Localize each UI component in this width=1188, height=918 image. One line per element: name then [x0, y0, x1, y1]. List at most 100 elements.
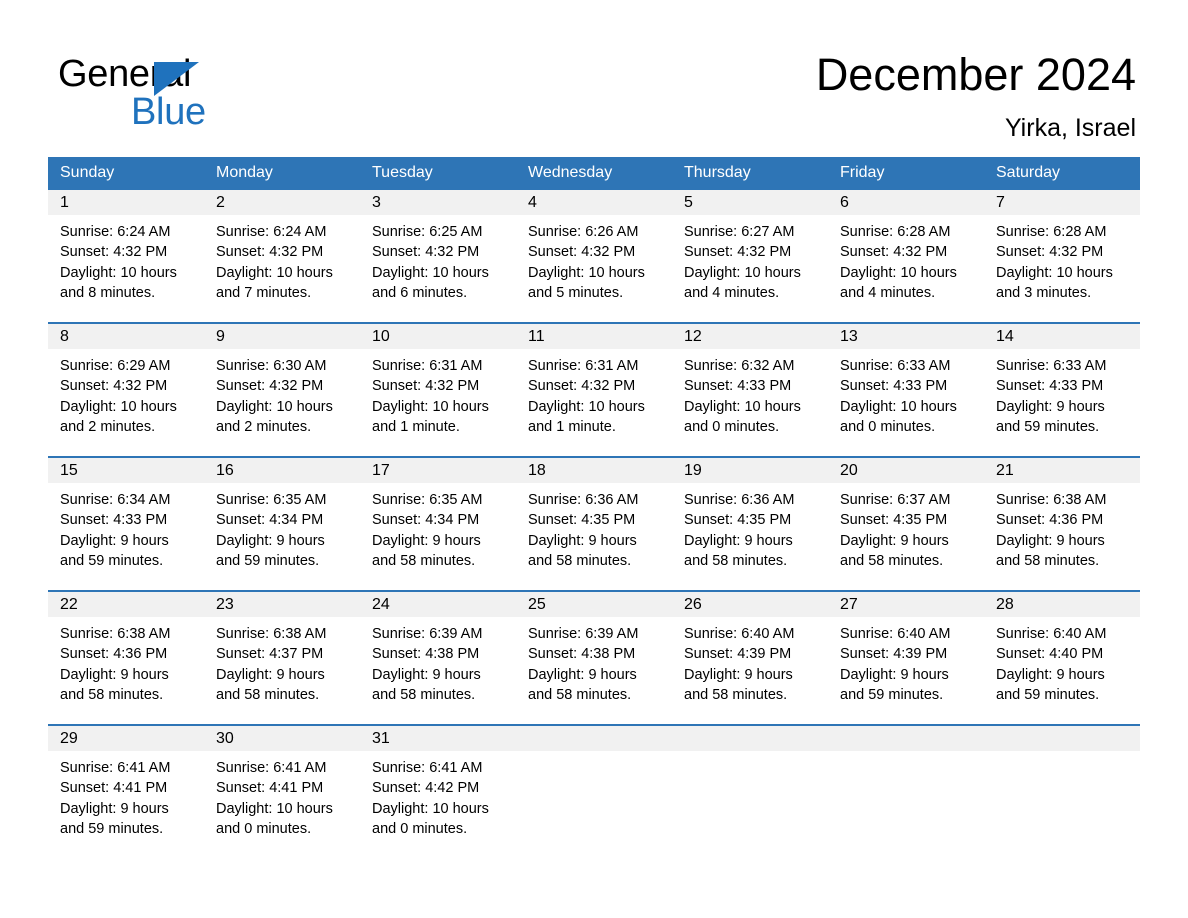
sunset-text: Sunset: 4:32 PM	[60, 378, 168, 395]
sunset-text: Sunset: 4:34 PM	[372, 512, 480, 529]
weekday-saturday: Saturday	[996, 164, 1061, 181]
day-cell[interactable]: 29 Sunrise: 6:41 AM Sunset: 4:41 PM Dayl…	[48, 726, 204, 858]
day-cell[interactable]: 5 Sunrise: 6:27 AM Sunset: 4:32 PM Dayli…	[672, 190, 828, 322]
generalblue-logo[interactable]: General Blue	[58, 52, 318, 134]
day-number: 20	[828, 458, 984, 483]
sunrise-text: Sunrise: 6:38 AM	[216, 626, 327, 642]
day-info: Sunrise: 6:25 AM Sunset: 4:32 PM Dayligh…	[360, 215, 516, 303]
day-info: Sunrise: 6:39 AM Sunset: 4:38 PM Dayligh…	[360, 617, 516, 705]
location-label: Yirka, Israel	[1004, 114, 1136, 142]
daylight-line1: Daylight: 10 hours	[996, 264, 1113, 281]
day-cell[interactable]: 26 Sunrise: 6:40 AM Sunset: 4:39 PM Dayl…	[672, 592, 828, 724]
sunrise-text: Sunrise: 6:41 AM	[372, 760, 483, 776]
sunrise-text: Sunrise: 6:40 AM	[684, 626, 795, 642]
sunset-text: Sunset: 4:35 PM	[528, 512, 636, 529]
sunset-text: Sunset: 4:38 PM	[528, 646, 636, 663]
sunset-text: Sunset: 4:32 PM	[528, 378, 636, 395]
day-info: Sunrise: 6:24 AM Sunset: 4:32 PM Dayligh…	[204, 215, 360, 303]
day-cell[interactable]: 16 Sunrise: 6:35 AM Sunset: 4:34 PM Dayl…	[204, 458, 360, 590]
sunset-text: Sunset: 4:39 PM	[840, 646, 948, 663]
day-cell[interactable]: 22 Sunrise: 6:38 AM Sunset: 4:36 PM Dayl…	[48, 592, 204, 724]
sunrise-text: Sunrise: 6:40 AM	[996, 626, 1107, 642]
day-cell[interactable]: 8 Sunrise: 6:29 AM Sunset: 4:32 PM Dayli…	[48, 324, 204, 456]
day-cell[interactable]: 17 Sunrise: 6:35 AM Sunset: 4:34 PM Dayl…	[360, 458, 516, 590]
daylight-line2: and 3 minutes.	[996, 284, 1092, 301]
day-number	[828, 726, 984, 751]
daylight-line2: and 59 minutes.	[996, 686, 1100, 703]
day-cell[interactable]: 24 Sunrise: 6:39 AM Sunset: 4:38 PM Dayl…	[360, 592, 516, 724]
logo-text-blue: Blue	[131, 91, 206, 133]
day-cell-empty	[828, 726, 984, 858]
week-row: 22 Sunrise: 6:38 AM Sunset: 4:36 PM Dayl…	[48, 590, 1140, 724]
day-cell[interactable]: 7 Sunrise: 6:28 AM Sunset: 4:32 PM Dayli…	[984, 190, 1140, 322]
sunset-text: Sunset: 4:36 PM	[60, 646, 168, 663]
day-number: 31	[360, 726, 516, 751]
sunrise-text: Sunrise: 6:39 AM	[528, 626, 639, 642]
title-block: December 2024 Yirka, Israel	[816, 48, 1136, 144]
day-cell[interactable]: 30 Sunrise: 6:41 AM Sunset: 4:41 PM Dayl…	[204, 726, 360, 858]
day-cell[interactable]: 23 Sunrise: 6:38 AM Sunset: 4:37 PM Dayl…	[204, 592, 360, 724]
day-cell[interactable]: 14 Sunrise: 6:33 AM Sunset: 4:33 PM Dayl…	[984, 324, 1140, 456]
day-cell[interactable]: 3 Sunrise: 6:25 AM Sunset: 4:32 PM Dayli…	[360, 190, 516, 322]
day-number: 1	[48, 190, 204, 215]
daylight-line2: and 58 minutes.	[372, 686, 476, 703]
daylight-line2: and 58 minutes.	[372, 552, 476, 569]
day-cell[interactable]: 9 Sunrise: 6:30 AM Sunset: 4:32 PM Dayli…	[204, 324, 360, 456]
day-cell[interactable]: 21 Sunrise: 6:38 AM Sunset: 4:36 PM Dayl…	[984, 458, 1140, 590]
sunset-text: Sunset: 4:34 PM	[216, 512, 324, 529]
sunset-text: Sunset: 4:37 PM	[216, 646, 324, 663]
day-cell[interactable]: 12 Sunrise: 6:32 AM Sunset: 4:33 PM Dayl…	[672, 324, 828, 456]
day-cell[interactable]: 11 Sunrise: 6:31 AM Sunset: 4:32 PM Dayl…	[516, 324, 672, 456]
day-cell[interactable]: 10 Sunrise: 6:31 AM Sunset: 4:32 PM Dayl…	[360, 324, 516, 456]
sunrise-text: Sunrise: 6:41 AM	[60, 760, 171, 776]
sunset-text: Sunset: 4:40 PM	[996, 646, 1104, 663]
day-number: 11	[516, 324, 672, 349]
sunrise-text: Sunrise: 6:36 AM	[684, 492, 795, 508]
day-info: Sunrise: 6:36 AM Sunset: 4:35 PM Dayligh…	[516, 483, 672, 571]
sunrise-text: Sunrise: 6:37 AM	[840, 492, 951, 508]
weekday-header-row: Sunday Monday Tuesday Wednesday Thursday…	[48, 157, 1140, 188]
daylight-line1: Daylight: 9 hours	[996, 398, 1105, 415]
sunset-text: Sunset: 4:35 PM	[684, 512, 792, 529]
day-number	[516, 726, 672, 751]
daylight-line2: and 58 minutes.	[840, 552, 944, 569]
day-info: Sunrise: 6:41 AM Sunset: 4:42 PM Dayligh…	[360, 751, 516, 839]
weekday-wednesday: Wednesday	[528, 164, 613, 181]
sunset-text: Sunset: 4:32 PM	[60, 244, 168, 261]
sunset-text: Sunset: 4:32 PM	[372, 378, 480, 395]
day-cell[interactable]: 2 Sunrise: 6:24 AM Sunset: 4:32 PM Dayli…	[204, 190, 360, 322]
day-cell[interactable]: 27 Sunrise: 6:40 AM Sunset: 4:39 PM Dayl…	[828, 592, 984, 724]
sunset-text: Sunset: 4:41 PM	[216, 780, 324, 797]
day-number: 30	[204, 726, 360, 751]
sunset-text: Sunset: 4:33 PM	[684, 378, 792, 395]
day-cell[interactable]: 31 Sunrise: 6:41 AM Sunset: 4:42 PM Dayl…	[360, 726, 516, 858]
day-cell[interactable]: 1 Sunrise: 6:24 AM Sunset: 4:32 PM Dayli…	[48, 190, 204, 322]
day-info: Sunrise: 6:30 AM Sunset: 4:32 PM Dayligh…	[204, 349, 360, 437]
day-info: Sunrise: 6:32 AM Sunset: 4:33 PM Dayligh…	[672, 349, 828, 437]
day-cell[interactable]: 6 Sunrise: 6:28 AM Sunset: 4:32 PM Dayli…	[828, 190, 984, 322]
day-cell[interactable]: 20 Sunrise: 6:37 AM Sunset: 4:35 PM Dayl…	[828, 458, 984, 590]
day-info: Sunrise: 6:34 AM Sunset: 4:33 PM Dayligh…	[48, 483, 204, 571]
day-cell[interactable]: 18 Sunrise: 6:36 AM Sunset: 4:35 PM Dayl…	[516, 458, 672, 590]
daylight-line1: Daylight: 9 hours	[216, 666, 325, 683]
day-info: Sunrise: 6:24 AM Sunset: 4:32 PM Dayligh…	[48, 215, 204, 303]
daylight-line2: and 58 minutes.	[528, 552, 632, 569]
daylight-line2: and 59 minutes.	[216, 552, 320, 569]
day-cell[interactable]: 13 Sunrise: 6:33 AM Sunset: 4:33 PM Dayl…	[828, 324, 984, 456]
sunrise-text: Sunrise: 6:32 AM	[684, 358, 795, 374]
day-cell[interactable]: 25 Sunrise: 6:39 AM Sunset: 4:38 PM Dayl…	[516, 592, 672, 724]
week-row: 29 Sunrise: 6:41 AM Sunset: 4:41 PM Dayl…	[48, 724, 1140, 858]
day-number: 10	[360, 324, 516, 349]
daylight-line1: Daylight: 9 hours	[60, 532, 169, 549]
daylight-line2: and 0 minutes.	[372, 820, 468, 837]
week-row: 8 Sunrise: 6:29 AM Sunset: 4:32 PM Dayli…	[48, 322, 1140, 456]
day-number: 29	[48, 726, 204, 751]
sunrise-text: Sunrise: 6:38 AM	[60, 626, 171, 642]
day-cell[interactable]: 28 Sunrise: 6:40 AM Sunset: 4:40 PM Dayl…	[984, 592, 1140, 724]
day-info: Sunrise: 6:36 AM Sunset: 4:35 PM Dayligh…	[672, 483, 828, 571]
day-cell[interactable]: 4 Sunrise: 6:26 AM Sunset: 4:32 PM Dayli…	[516, 190, 672, 322]
sunrise-text: Sunrise: 6:27 AM	[684, 224, 795, 240]
day-cell[interactable]: 15 Sunrise: 6:34 AM Sunset: 4:33 PM Dayl…	[48, 458, 204, 590]
day-cell[interactable]: 19 Sunrise: 6:36 AM Sunset: 4:35 PM Dayl…	[672, 458, 828, 590]
daylight-line2: and 0 minutes.	[840, 418, 936, 435]
